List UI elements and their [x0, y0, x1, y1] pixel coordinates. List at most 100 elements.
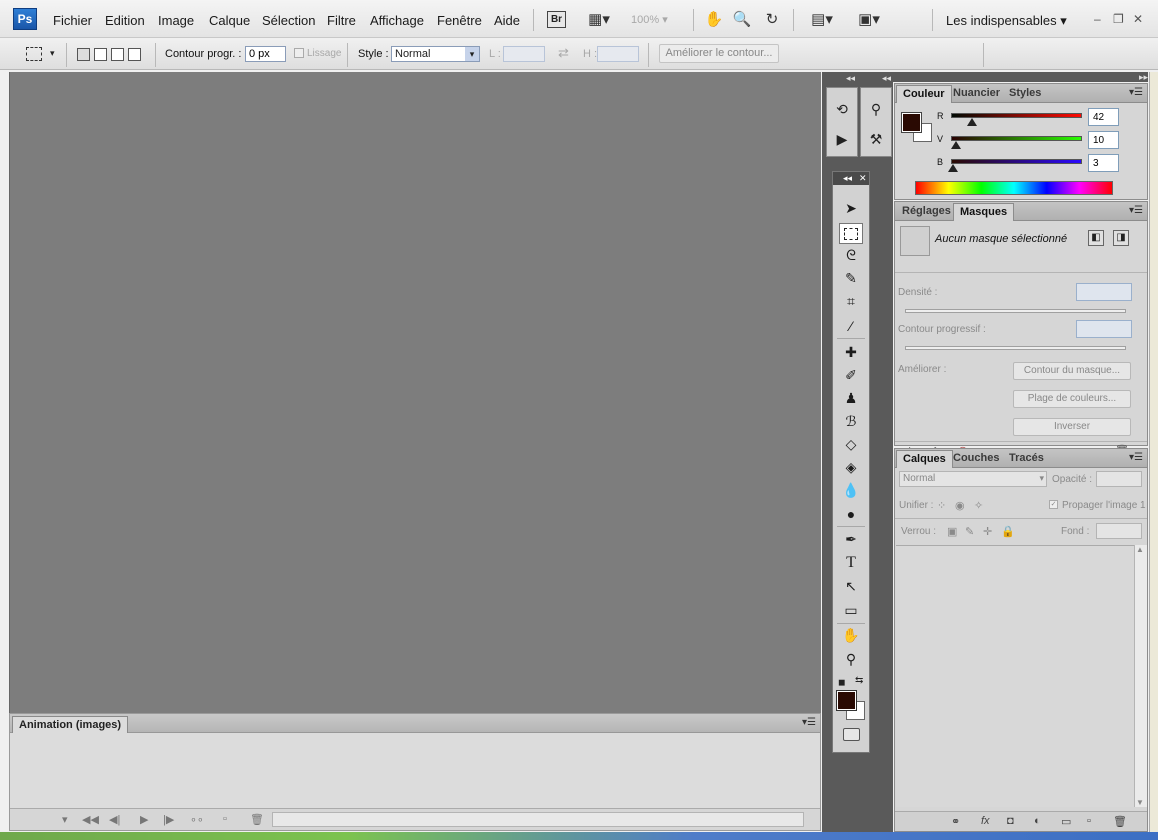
brush-presets-icon[interactable]: ⚒ — [865, 128, 887, 150]
close-button[interactable]: ✕ — [1133, 12, 1143, 26]
play-icon[interactable]: ▶ — [140, 813, 148, 826]
green-slider[interactable] — [951, 136, 1082, 141]
link-layers-icon[interactable]: ⚭ — [951, 815, 960, 828]
healing-brush-icon[interactable]: ✚ — [839, 342, 863, 363]
move-tool-icon[interactable]: ➤ — [839, 198, 863, 219]
new-layer-icon[interactable]: ▫ — [1087, 815, 1091, 827]
zoom-icon[interactable]: 🔍 — [732, 9, 752, 29]
path-selection-icon[interactable]: ↖ — [839, 576, 863, 597]
crop-tool-icon[interactable]: ⌗ — [839, 291, 863, 312]
collapse-icon[interactable]: ◂◂ — [846, 73, 855, 84]
refine-edge-button[interactable]: Améliorer le contour... — [659, 44, 779, 63]
density-input[interactable] — [1076, 283, 1132, 301]
menu-calque[interactable]: Calque — [209, 13, 250, 28]
unify-style-icon[interactable]: ✧ — [974, 499, 983, 512]
default-colors-icon[interactable]: ◼ — [838, 677, 845, 688]
blend-mode-select[interactable]: Normal ▾ — [899, 471, 1047, 487]
marquee-preset-icon[interactable] — [26, 47, 42, 61]
tab-nuancier[interactable]: Nuancier — [947, 85, 1006, 103]
next-frame-icon[interactable]: |▶ — [163, 813, 174, 826]
style-select[interactable]: Normal ▾ — [391, 46, 480, 62]
add-to-selection-icon[interactable] — [94, 48, 107, 61]
hand-tool-icon[interactable]: ✋ — [839, 625, 863, 646]
panel-menu-icon[interactable]: ▾☰ — [802, 717, 816, 728]
tab-styles[interactable]: Styles — [1003, 85, 1047, 103]
actions-icon[interactable]: ▶ — [831, 128, 853, 150]
green-value-input[interactable] — [1088, 131, 1119, 149]
tab-traces[interactable]: Tracés — [1003, 450, 1050, 468]
swap-dimensions-icon[interactable]: ⇄ — [558, 45, 569, 61]
zoom-tool-icon[interactable]: ⚲ — [839, 649, 863, 670]
mask-edge-button[interactable]: Contour du masque... — [1013, 362, 1131, 380]
marquee-tool-icon[interactable] — [839, 223, 863, 244]
panel-menu-icon[interactable]: ▾☰ — [1129, 87, 1143, 98]
intersect-selection-icon[interactable] — [128, 48, 141, 61]
menu-fenetre[interactable]: Fenêtre — [437, 13, 482, 28]
history-icon[interactable]: ⟲ — [831, 98, 853, 120]
layers-list[interactable] — [896, 545, 1134, 807]
color-spectrum-bar[interactable] — [915, 181, 1113, 195]
eyedropper-icon[interactable]: ⁄ — [839, 315, 863, 336]
dodge-tool-icon[interactable]: ● — [839, 503, 863, 524]
trash-icon[interactable]: 🗑 — [1113, 815, 1127, 828]
toolbox-header[interactable]: ◂◂ ✕ — [833, 172, 869, 185]
tab-masques[interactable]: Masques — [953, 203, 1015, 221]
view-extras-icon[interactable]: ▦▾ — [584, 9, 614, 29]
menu-edition[interactable]: Edition — [105, 13, 145, 28]
rotate-view-icon[interactable]: ↻ — [762, 9, 782, 29]
menu-filtre[interactable]: Filtre — [327, 13, 356, 28]
layers-scrollbar[interactable]: ▲ ▼ — [1134, 545, 1147, 807]
history-brush-icon[interactable]: ℬ — [839, 411, 863, 432]
lock-all-icon[interactable]: 🔒 — [1001, 525, 1015, 538]
adjustment-layer-icon[interactable]: ◐ — [1034, 815, 1041, 827]
tween-icon[interactable]: ∘∘ — [190, 813, 204, 826]
add-mask-icon[interactable]: ◘ — [1007, 815, 1014, 827]
invert-button[interactable]: Inverser — [1013, 418, 1131, 436]
document-canvas-area[interactable] — [9, 72, 821, 713]
clone-stamp-icon[interactable]: ♟ — [839, 388, 863, 409]
quick-selection-icon[interactable]: ✎ — [839, 268, 863, 289]
restore-button[interactable]: ❐ — [1113, 12, 1124, 26]
opacity-input[interactable] — [1096, 471, 1142, 487]
minimize-button[interactable]: – — [1094, 12, 1101, 26]
hand-icon[interactable]: ✋ — [704, 9, 724, 29]
arrange-documents-icon[interactable]: ▤▾ — [806, 9, 838, 29]
brush-tool-icon[interactable]: ✐ — [839, 365, 863, 386]
trash-icon[interactable]: 🗑 — [250, 813, 264, 826]
new-group-icon[interactable]: ▭ — [1061, 815, 1071, 828]
lock-transparency-icon[interactable]: ▣ — [947, 525, 957, 538]
unify-position-icon[interactable]: ⁘ — [937, 499, 946, 512]
feather-mask-slider[interactable] — [905, 346, 1126, 350]
new-selection-icon[interactable] — [77, 48, 90, 61]
unify-visibility-icon[interactable]: ◉ — [955, 499, 965, 512]
previous-frame-icon[interactable]: ◀| — [109, 813, 120, 826]
shape-tool-icon[interactable]: ▭ — [839, 600, 863, 621]
animation-scrollbar[interactable] — [272, 812, 804, 827]
feather-input[interactable] — [245, 46, 286, 62]
fill-input[interactable] — [1096, 523, 1142, 539]
antialias-checkbox[interactable] — [294, 48, 304, 58]
propagate-checkbox[interactable]: ✓ — [1049, 500, 1058, 509]
menu-image[interactable]: Image — [158, 13, 194, 28]
tab-couches[interactable]: Couches — [947, 450, 1005, 468]
feather-mask-input[interactable] — [1076, 320, 1132, 338]
subtract-selection-icon[interactable] — [111, 48, 124, 61]
screen-mode-icon[interactable]: ▣▾ — [853, 9, 885, 29]
duplicate-frame-icon[interactable]: ▫ — [223, 813, 227, 825]
blue-slider[interactable] — [951, 159, 1082, 164]
menu-fichier[interactable]: Fichier — [53, 13, 92, 28]
height-input[interactable] — [597, 46, 639, 62]
quick-mask-icon[interactable] — [843, 728, 860, 741]
preset-dropdown-icon[interactable]: ▾ — [50, 48, 55, 59]
red-value-input[interactable] — [1088, 108, 1119, 126]
close-icon[interactable]: ✕ — [859, 173, 867, 184]
zoom-level-select[interactable]: 100% ▾ — [627, 11, 681, 29]
red-slider-thumb[interactable] — [967, 118, 977, 126]
pixel-mask-icon[interactable]: ◧ — [1088, 230, 1104, 246]
bridge-icon[interactable]: Br — [547, 11, 566, 28]
menu-aide[interactable]: Aide — [494, 13, 520, 28]
scroll-down-icon[interactable]: ▼ — [1136, 798, 1144, 807]
blue-slider-thumb[interactable] — [948, 164, 958, 172]
pen-tool-icon[interactable]: ✒ — [839, 529, 863, 550]
collapse-icon[interactable]: ◂◂ — [843, 173, 852, 184]
